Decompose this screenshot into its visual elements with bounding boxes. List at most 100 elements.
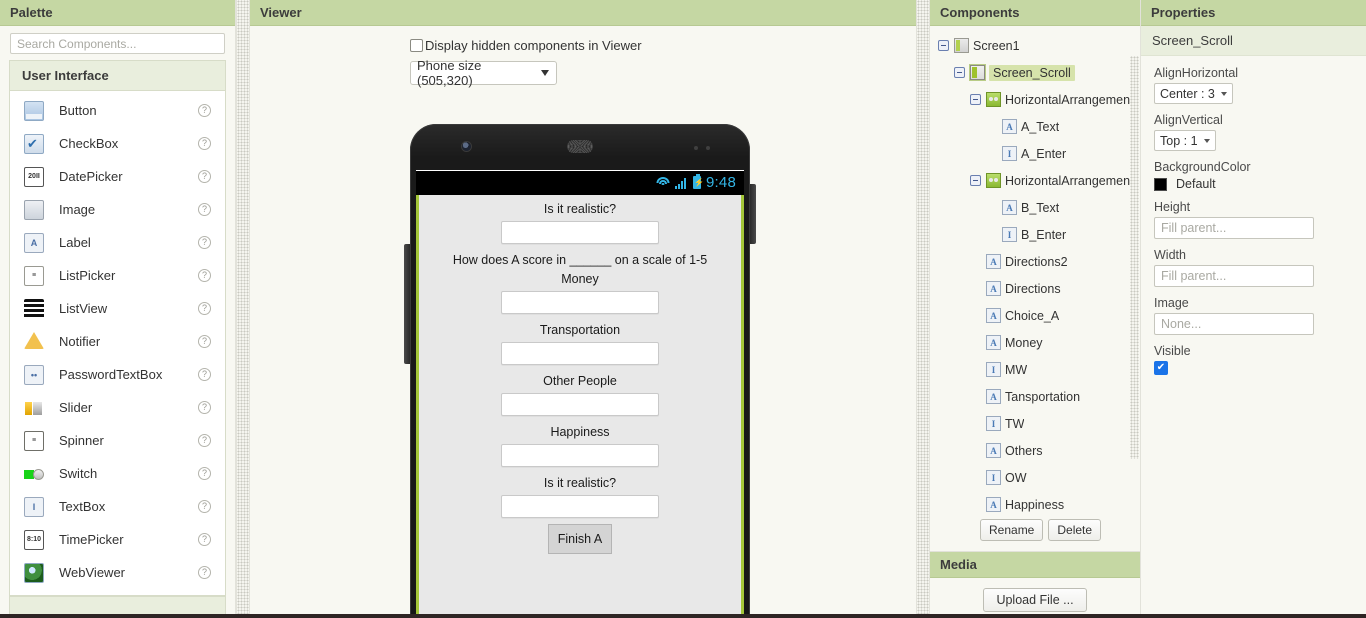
property-label-visible: Visible [1154,344,1191,358]
form-label[interactable]: Happiness [419,422,741,441]
property-input-height[interactable]: Fill parent... [1154,217,1314,239]
tree-node-ow[interactable]: I OW [930,464,1140,491]
form-label[interactable]: Is it realistic? [419,473,741,492]
phone-size-select[interactable]: Phone size (505,320) [410,58,557,88]
form-textbox[interactable] [501,342,659,365]
property-value: Fill parent... [1161,269,1227,283]
tree-collapse-icon[interactable] [954,67,965,78]
tree-node-a-enter[interactable]: I A_Enter [930,140,1140,167]
help-icon[interactable]: ? [198,467,211,480]
help-icon[interactable]: ? [198,137,211,150]
palette-item-image[interactable]: Image? [10,193,225,226]
tree-node-a-text[interactable]: A A_Text [930,113,1140,140]
palette-item-listview[interactable]: ListView? [10,292,225,325]
tree-node-choice-a[interactable]: A Choice_A [930,302,1140,329]
palette-item-notifier[interactable]: Notifier? [10,325,225,358]
designer-form-canvas[interactable]: Is it realistic? How does A score in ____… [416,195,744,618]
tree-collapse-icon[interactable] [938,40,949,51]
sensor-icon [694,146,698,150]
help-icon[interactable]: ? [198,335,211,348]
form-label[interactable]: Other People [419,371,741,390]
palette-item-label[interactable]: A Label? [10,226,225,259]
property-label-alignhorizontal: AlignHorizontal [1154,66,1239,80]
tree-node-happiness[interactable]: A Happiness [930,491,1140,518]
property-checkbox-visible[interactable] [1154,361,1168,375]
rename-button[interactable]: Rename [980,519,1044,541]
tree-node-screen-scroll[interactable]: Screen_Scroll [930,59,1140,86]
tree-node-screen1[interactable]: Screen1 [930,32,1140,59]
delete-button[interactable]: Delete [1048,519,1102,541]
tree-node-label: HorizontalArrangemen [1005,173,1131,188]
help-icon[interactable]: ? [198,368,211,381]
tree-node-b-enter[interactable]: I B_Enter [930,221,1140,248]
palette-item-datepicker[interactable]: 20II DatePicker? [10,160,225,193]
palette-item-label: ListPicker [59,268,116,283]
form-button[interactable]: Finish A [548,524,612,554]
palette-item-button[interactable]: Button? [10,94,225,127]
form-textbox[interactable] [501,221,659,244]
property-color-backgroundcolor[interactable]: Default [1154,177,1353,191]
form-label[interactable]: Is it realistic? [419,199,741,218]
help-icon[interactable]: ? [198,434,211,447]
components-scrollbar[interactable] [1130,56,1139,459]
form-textbox[interactable] [501,444,659,467]
property-select-alignhorizontal[interactable]: Center : 3 [1154,83,1233,104]
help-icon[interactable]: ? [198,269,211,282]
palette-scroll[interactable]: User Interface Button? ✔ CheckBox? 20II Date… [0,60,235,618]
form-textbox[interactable] [501,393,659,416]
search-input[interactable] [10,33,225,54]
tree-node-others[interactable]: A Others [930,437,1140,464]
tree-node-b-text[interactable]: A B_Text [930,194,1140,221]
palette-category-user-interface[interactable]: User Interface [9,60,226,90]
palette-item-textbox[interactable]: I TextBox? [10,490,225,523]
palette-item-label: DatePicker [59,169,123,184]
help-icon[interactable]: ? [198,401,211,414]
property-input-image[interactable]: None... [1154,313,1314,335]
chevron-down-icon [1220,91,1227,96]
upload-file-button[interactable]: Upload File ... [983,588,1087,612]
palette-item-label: WebViewer [59,565,125,580]
form-label[interactable]: Money [419,269,741,288]
tree-collapse-icon[interactable] [970,175,981,186]
form-label[interactable]: Transportation [419,320,741,339]
help-icon[interactable]: ? [198,302,211,315]
tree-node-tw[interactable]: I TW [930,410,1140,437]
palette-item-timepicker[interactable]: 8:10 TimePicker? [10,523,225,556]
help-icon[interactable]: ? [198,236,211,249]
tree-node-tansportation[interactable]: A Tansportation [930,383,1140,410]
palette-item-spinner[interactable]: ≡ Spinner? [10,424,225,457]
help-icon[interactable]: ? [198,170,211,183]
tree-node-directions2[interactable]: A Directions2 [930,248,1140,275]
display-hidden-components-checkbox[interactable] [410,39,423,52]
palette-item-label: Switch [59,466,98,481]
help-icon[interactable]: ? [198,203,211,216]
property-input-width[interactable]: Fill parent... [1154,265,1314,287]
palette-item-switch[interactable]: Switch? [10,457,225,490]
help-icon[interactable]: ? [198,104,211,117]
form-textbox[interactable] [501,291,659,314]
palette-item-checkbox[interactable]: ✔ CheckBox? [10,127,225,160]
tree-node-directions[interactable]: A Directions [930,275,1140,302]
palette-item-list: Button? ✔ CheckBox? 20II DatePicker? Image? A L… [9,90,226,596]
screen-icon [954,38,969,53]
properties-list: AlignHorizontal Center : 3 AlignVertical To… [1141,56,1366,383]
form-textbox[interactable] [501,495,659,518]
tree-node-horizontalarrangemen[interactable]: HorizontalArrangemen [930,167,1140,194]
form-label[interactable]: How does A score in ______ on a scale of… [419,250,741,269]
splitter-palette-viewer[interactable] [236,0,250,618]
display-hidden-components-row[interactable]: Display hidden components in Viewer [410,38,690,53]
property-select-alignvertical[interactable]: Top : 1 [1154,130,1216,151]
tree-node-horizontalarrangemen[interactable]: HorizontalArrangemen [930,86,1140,113]
help-icon[interactable]: ? [198,500,211,513]
palette-item-webviewer[interactable]: WebViewer? [10,556,225,589]
help-icon[interactable]: ? [198,533,211,546]
tree-node-mw[interactable]: I MW [930,356,1140,383]
palette-item-slider[interactable]: Slider? [10,391,225,424]
help-icon[interactable]: ? [198,566,211,579]
palette-item-passwordtextbox[interactable]: •• PasswordTextBox? [10,358,225,391]
signal-icon [675,177,688,189]
tree-collapse-icon[interactable] [970,94,981,105]
palette-item-listpicker[interactable]: ≡ ListPicker? [10,259,225,292]
splitter-viewer-components[interactable] [916,0,930,618]
tree-node-money[interactable]: A Money [930,329,1140,356]
